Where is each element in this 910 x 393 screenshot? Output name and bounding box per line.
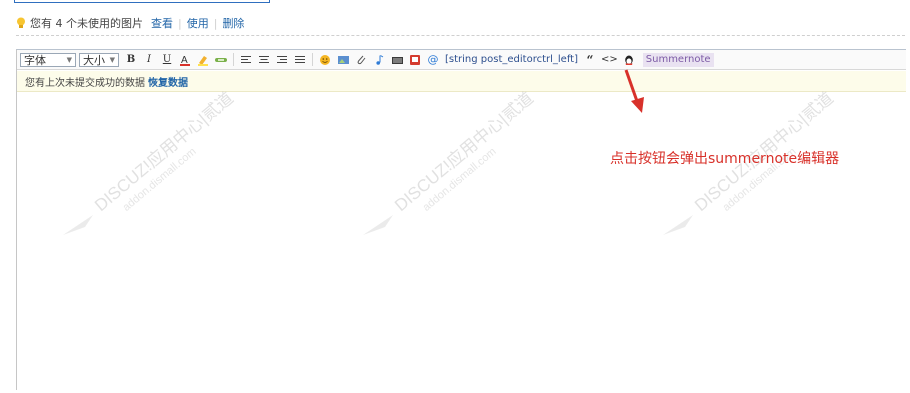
notice-text: 您有 4 个未使用的图片: [30, 17, 143, 30]
align-left-button[interactable]: [239, 53, 253, 67]
mention-button[interactable]: @: [426, 53, 440, 67]
use-link[interactable]: 使用: [187, 15, 209, 31]
editor-toolbar: 字体 ▼ 大小 ▼ B I U A @ [string post_editorc…: [17, 50, 910, 70]
link-icon: [215, 57, 227, 62]
video-icon: [391, 56, 403, 64]
video-button[interactable]: [390, 53, 404, 67]
justify-icon: [295, 55, 305, 63]
align-right-button[interactable]: [275, 53, 289, 67]
font-size-value: 大小: [83, 53, 105, 67]
qq-button[interactable]: [622, 53, 636, 67]
highlighter-icon: [198, 55, 208, 66]
italic-button[interactable]: I: [142, 53, 156, 67]
attachment-button[interactable]: [354, 53, 368, 67]
toolbar-divider: [312, 53, 313, 66]
toolbar-divider: [233, 53, 234, 66]
audio-button[interactable]: [372, 53, 386, 67]
font-family-select[interactable]: 字体 ▼: [20, 52, 76, 67]
string-tag: [string post_editorctrl_left]: [445, 54, 578, 65]
unused-images-notice: 您有 4 个未使用的图片 查看 | 使用 | 删除: [16, 11, 910, 36]
justify-button[interactable]: [293, 53, 307, 67]
quote-button[interactable]: “: [583, 53, 597, 67]
code-button[interactable]: <>: [601, 53, 618, 67]
qq-penguin-icon: [624, 55, 633, 65]
callout-arrow-icon: [624, 69, 644, 113]
music-note-icon: [376, 54, 384, 65]
summernote-button[interactable]: Summernote: [642, 52, 714, 67]
view-link[interactable]: 查看: [151, 15, 173, 31]
bold-button[interactable]: B: [124, 53, 138, 67]
emoji-button[interactable]: [318, 53, 332, 67]
font-color-button[interactable]: A: [178, 53, 192, 67]
background-color-button[interactable]: [196, 53, 210, 67]
chevron-down-icon: ▼: [66, 55, 72, 64]
font-family-value: 字体: [24, 53, 46, 67]
editor-content-area[interactable]: [17, 93, 910, 393]
restore-text: 您有上次未提交成功的数据: [25, 77, 145, 89]
title-input-edge[interactable]: [14, 0, 270, 3]
align-left-icon: [241, 55, 251, 63]
image-icon: [337, 55, 349, 64]
at-icon: @: [427, 53, 439, 66]
smiley-icon: [320, 54, 330, 65]
font-color-icon: A: [180, 55, 190, 66]
flash-button[interactable]: [408, 53, 422, 67]
editor: 字体 ▼ 大小 ▼ B I U A @ [string post_editorc…: [16, 49, 910, 390]
scrollbar-edge: [906, 0, 910, 375]
font-size-select[interactable]: 大小 ▼: [79, 52, 119, 67]
paperclip-icon: [357, 55, 366, 64]
divider: |: [213, 16, 218, 30]
align-center-button[interactable]: [257, 53, 271, 67]
lightbulb-icon: [17, 17, 25, 28]
chevron-down-icon: ▼: [109, 55, 115, 64]
flash-icon: [410, 54, 420, 65]
restore-data-link[interactable]: 恢复数据: [148, 74, 188, 89]
align-right-icon: [277, 55, 287, 63]
restore-data-bar: 您有上次未提交成功的数据 恢复数据: [17, 71, 910, 92]
link-button[interactable]: [214, 53, 228, 67]
callout-text: 点击按钮会弹出summernote编辑器: [610, 151, 840, 167]
image-button[interactable]: [336, 53, 350, 67]
delete-link[interactable]: 删除: [222, 15, 244, 31]
underline-button[interactable]: U: [160, 53, 174, 67]
divider: |: [178, 16, 182, 30]
align-center-icon: [259, 55, 269, 63]
